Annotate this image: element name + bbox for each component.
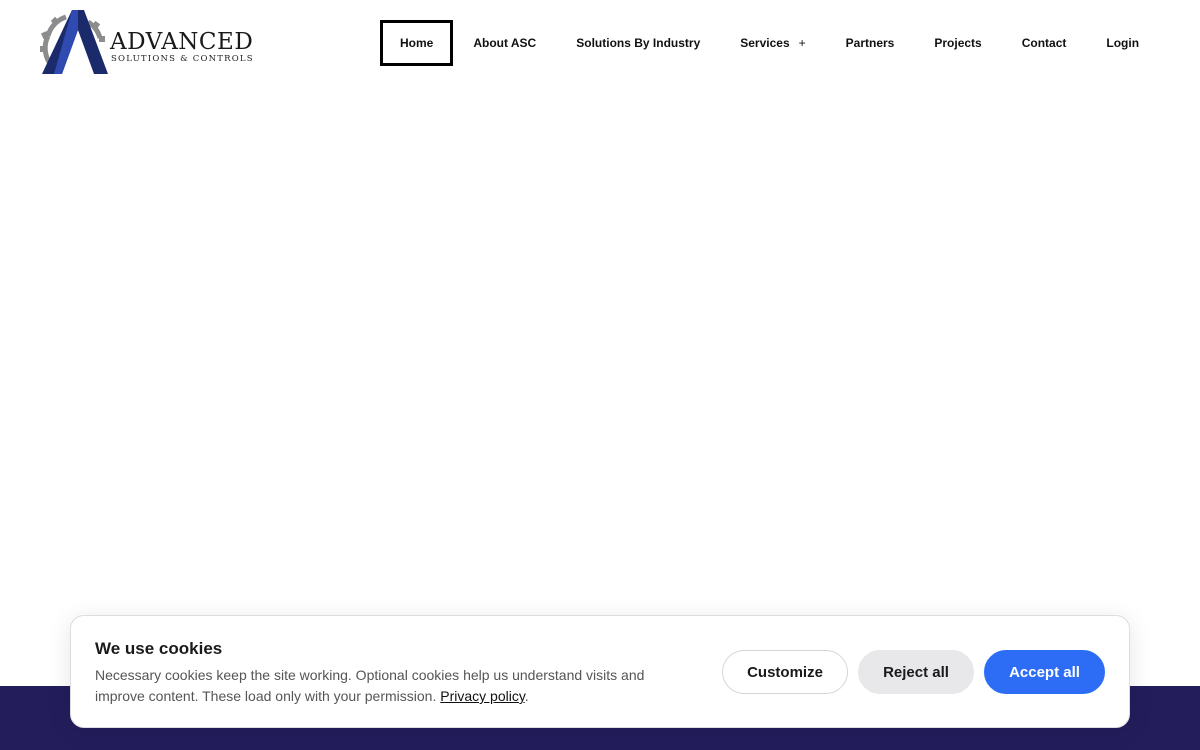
nav-about-asc[interactable]: About ASC: [453, 20, 556, 66]
nav-solutions-label: Solutions By Industry: [576, 36, 701, 50]
nav-projects[interactable]: Projects: [914, 20, 1001, 66]
nav-login-label: Login: [1106, 36, 1140, 50]
page: ADVANCED SOLUTIONS & CONTROLS Home About…: [0, 0, 1200, 750]
privacy-policy-link[interactable]: Privacy policy: [440, 688, 525, 704]
site-header: ADVANCED SOLUTIONS & CONTROLS Home About…: [0, 0, 1200, 86]
customize-button[interactable]: Customize: [722, 650, 848, 694]
nav-contact[interactable]: Contact: [1002, 20, 1087, 66]
nav-contact-label: Contact: [1021, 36, 1067, 50]
plus-icon[interactable]: +: [799, 36, 806, 50]
nav-home[interactable]: Home: [380, 20, 454, 66]
nav-partners[interactable]: Partners: [826, 20, 915, 66]
cookie-text: Necessary cookies keep the site working.…: [95, 665, 685, 707]
nav-projects-label: Projects: [934, 36, 982, 50]
logo-wordmark: ADVANCED: [110, 29, 254, 55]
nav-about-label: About ASC: [473, 36, 537, 50]
site-logo[interactable]: ADVANCED SOLUTIONS & CONTROLS: [38, 8, 254, 78]
cookie-title: We use cookies: [95, 639, 223, 658]
cookie-banner: We use cookies Necessary cookies keep th…: [70, 615, 1130, 728]
nav-partners-label: Partners: [845, 36, 895, 50]
main-nav: Home About ASC Solutions By Industry Ser…: [380, 20, 1159, 66]
cookie-actions: Customize Reject all Accept all: [722, 650, 1105, 694]
reject-all-button[interactable]: Reject all: [858, 650, 974, 694]
accept-all-button[interactable]: Accept all: [984, 650, 1105, 694]
nav-services[interactable]: Services +: [720, 20, 825, 66]
nav-services-label: Services: [740, 36, 790, 50]
nav-solutions-by-industry[interactable]: Solutions By Industry: [556, 20, 720, 66]
nav-login[interactable]: Login: [1086, 20, 1159, 66]
logo-tagline: SOLUTIONS & CONTROLS: [111, 54, 254, 64]
cookie-text-period: .: [524, 688, 529, 704]
logo-mark-icon: [40, 10, 108, 74]
cookie-description: Necessary cookies keep the site working.…: [95, 667, 645, 704]
nav-home-label: Home: [400, 36, 434, 50]
